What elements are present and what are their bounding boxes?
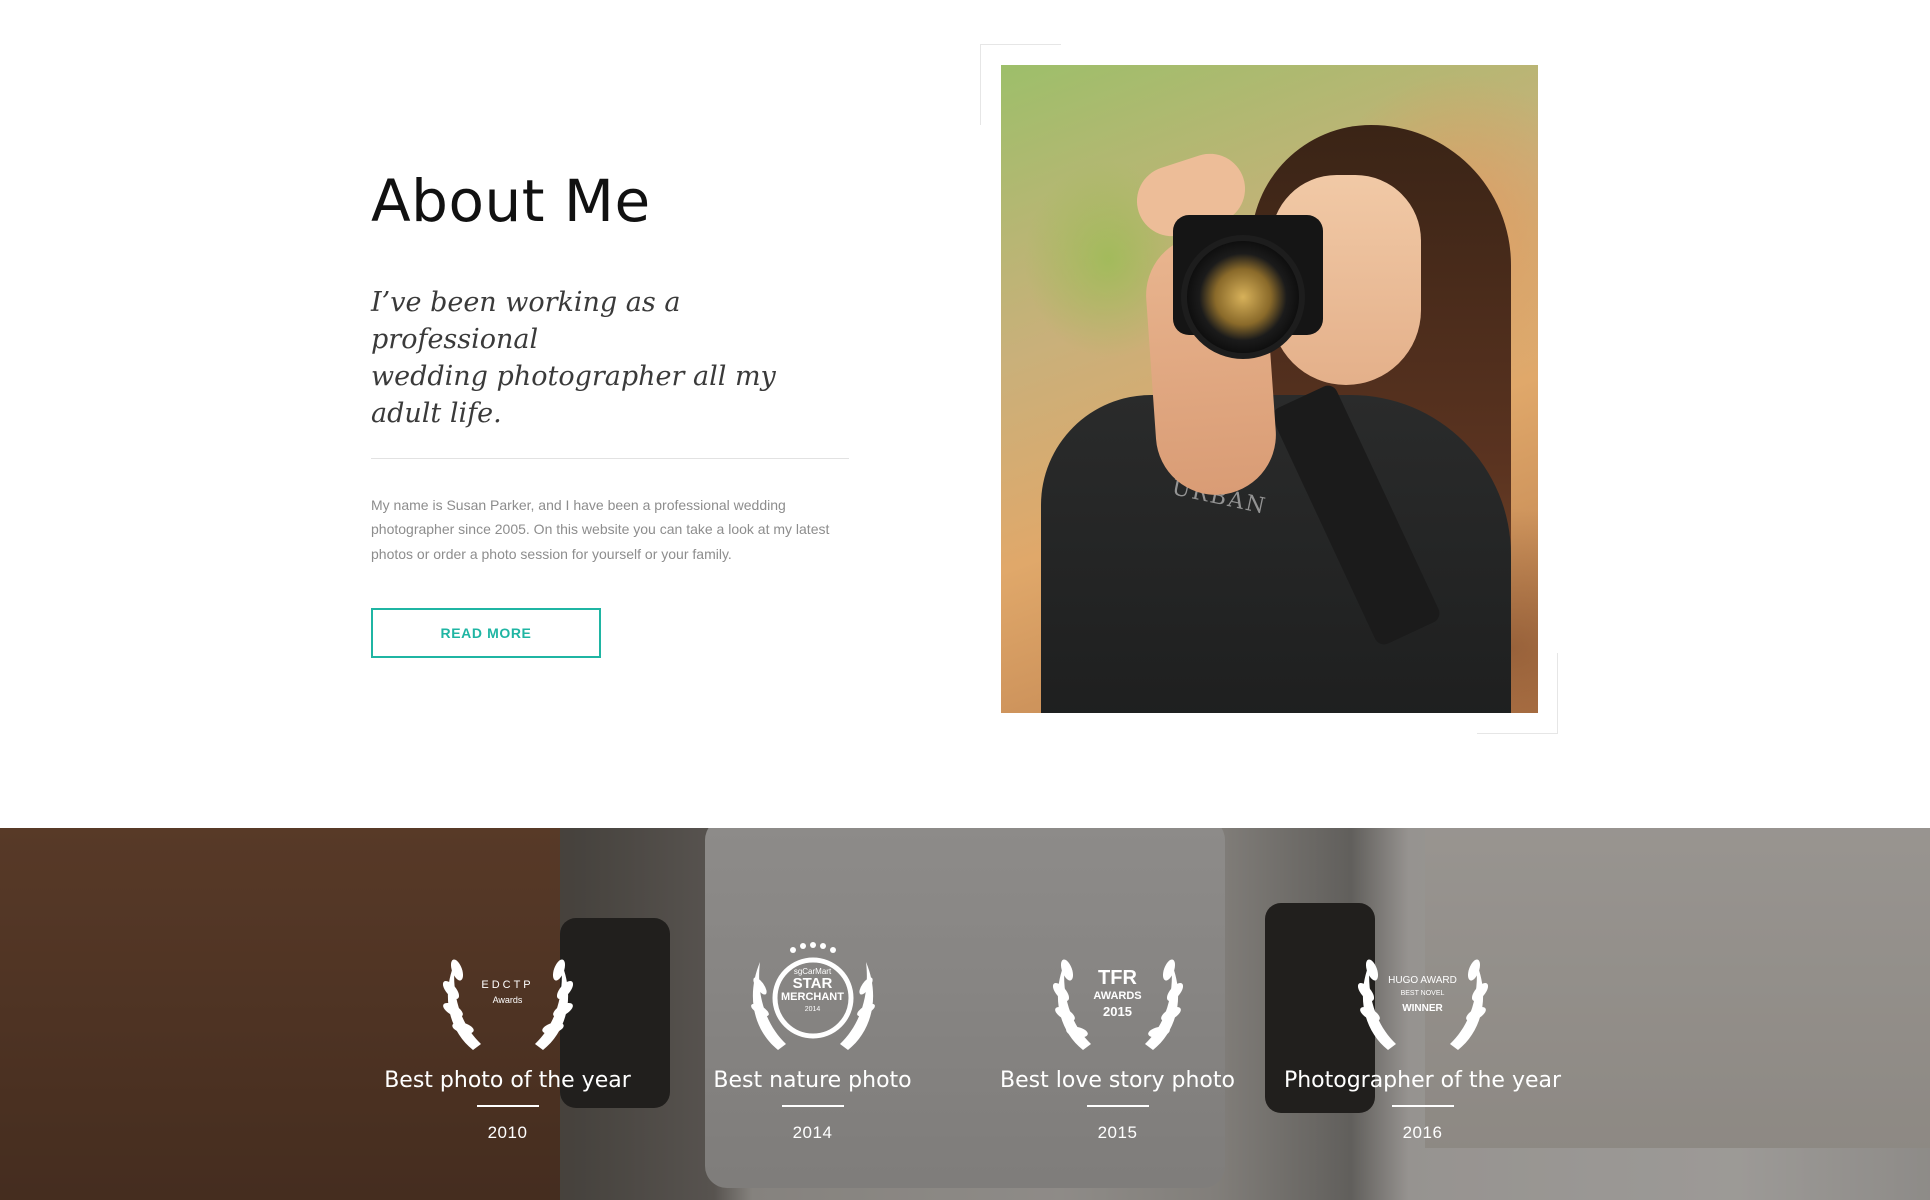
laurel-wreath-icon: HUGO AWARD BEST NOVEL WINNER xyxy=(1348,940,1498,1058)
award-badge-line: HUGO AWARD xyxy=(1388,975,1457,986)
award-item: EDCTP Awards Best photo of the year 2010 xyxy=(355,940,660,1180)
award-divider xyxy=(476,1105,539,1107)
read-more-button[interactable]: READ MORE xyxy=(371,608,601,659)
about-body: My name is Susan Parker, and I have been… xyxy=(371,493,841,567)
award-year: 2010 xyxy=(487,1123,528,1142)
about-body-line: photos or order a photo session for your… xyxy=(371,545,732,562)
awards-section: EDCTP Awards Best photo of the year 2010 xyxy=(0,828,1930,1200)
laurel-wreath-icon: EDCTP Awards xyxy=(433,940,583,1058)
photographer-portrait-photo: URBAN xyxy=(1001,65,1538,713)
award-badge-text: TFR AWARDS 2015 xyxy=(1043,968,1193,1018)
award-item: HUGO AWARD BEST NOVEL WINNER Photographe… xyxy=(1270,940,1575,1180)
about-lead: I’ve been working as a professional wedd… xyxy=(371,284,851,432)
award-title: Photographer of the year xyxy=(1283,1068,1562,1093)
about-body-line: photographer since 2005. On this website… xyxy=(371,521,830,538)
award-badge-line: AWARDS xyxy=(1093,990,1142,1002)
about-photo-frame: URBAN xyxy=(980,44,1558,734)
laurel-wreath-icon: TFR AWARDS 2015 xyxy=(1043,940,1193,1058)
award-badge-line: MERCHANT xyxy=(781,991,844,1004)
award-title: Best photo of the year xyxy=(384,1068,631,1093)
about-title: About Me xyxy=(371,167,651,235)
award-divider xyxy=(1086,1105,1149,1107)
award-item: sgCarMart STAR MERCHANT 2014 Best nature… xyxy=(660,940,965,1180)
award-title: Best love story photo xyxy=(1000,1068,1235,1093)
award-title: Best nature photo xyxy=(713,1068,912,1093)
about-section: About Me I’ve been working as a professi… xyxy=(0,0,1930,828)
award-year: 2015 xyxy=(1097,1123,1138,1142)
about-text-block: About Me I’ve been working as a professi… xyxy=(371,167,851,659)
award-badge-line: STAR xyxy=(792,975,833,993)
laurel-wreath-icon: sgCarMart STAR MERCHANT 2014 xyxy=(738,940,888,1058)
award-badge-line: TFR xyxy=(1098,967,1137,989)
award-badge-line: 2014 xyxy=(804,1005,821,1013)
award-badge-text: EDCTP Awards xyxy=(433,968,583,1005)
award-badge-line: EDCTP xyxy=(481,979,534,991)
award-badge-text: sgCarMart STAR MERCHANT 2014 xyxy=(738,967,888,1013)
award-year: 2016 xyxy=(1402,1123,1443,1142)
award-badge-line: WINNER xyxy=(1402,1002,1443,1014)
award-badge-line: BEST NOVEL xyxy=(1400,989,1445,997)
award-badge-line: Awards xyxy=(492,994,523,1005)
about-lead-line: I’ve been working as a professional xyxy=(371,286,681,355)
award-divider xyxy=(1391,1105,1454,1107)
award-badge-text: HUGO AWARD BEST NOVEL WINNER xyxy=(1348,968,1498,1014)
about-body-line: My name is Susan Parker, and I have been… xyxy=(371,496,786,513)
award-item: TFR AWARDS 2015 Best love story photo 20… xyxy=(965,940,1270,1180)
about-lead-line: wedding photographer all my adult life. xyxy=(371,360,776,429)
award-divider xyxy=(781,1105,844,1107)
about-divider xyxy=(371,457,849,459)
photo-camera-lens xyxy=(1181,235,1305,359)
award-list: EDCTP Awards Best photo of the year 2010 xyxy=(355,940,1575,1180)
award-badge-line: 2015 xyxy=(1103,1003,1132,1019)
photo-shirt xyxy=(1041,395,1511,713)
award-year: 2014 xyxy=(792,1123,833,1142)
